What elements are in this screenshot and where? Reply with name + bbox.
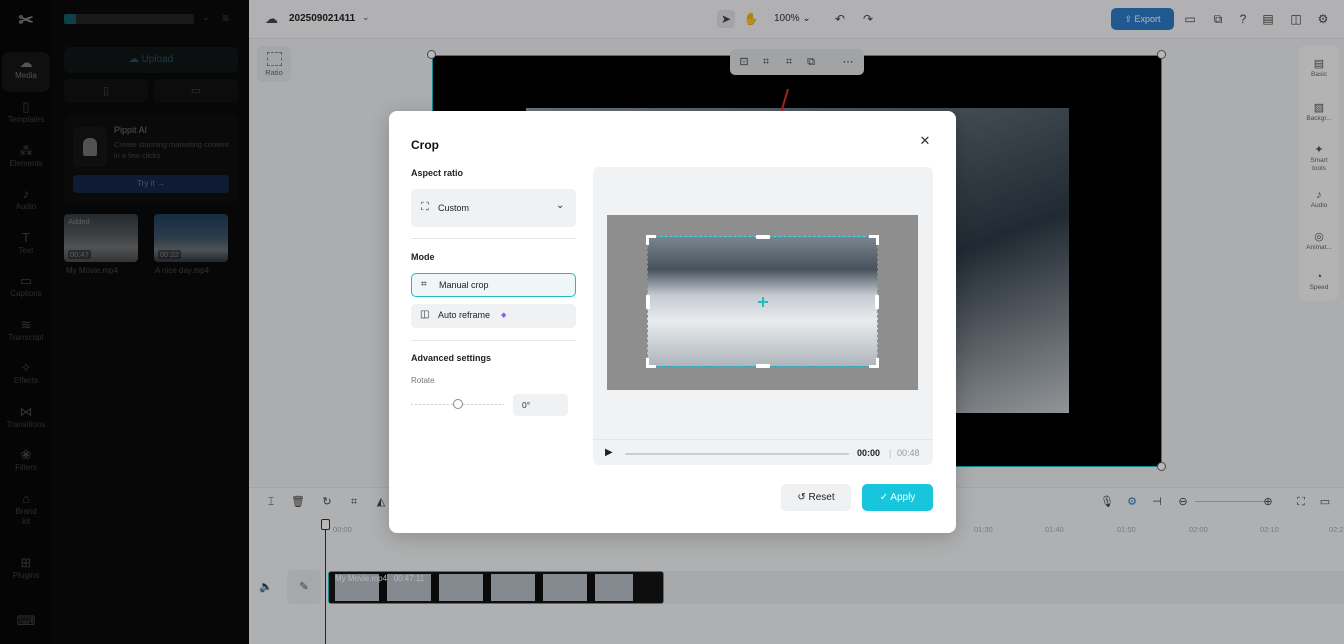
rotate-slider-handle[interactable] [453,399,463,409]
chevron-down-icon: ⌄ [556,200,565,211]
crop-corner-handle[interactable] [646,358,656,368]
crop-box[interactable] [646,235,879,368]
preview-image [607,215,918,390]
crop-icon: ⌗ [421,279,427,290]
total-time: 00:48 [897,448,920,458]
crop-edge-handle[interactable] [875,295,879,309]
crop-dialog: Crop ✕ Aspect ratio ⛶ Custom ⌄ Mode ⌗ Ma… [389,111,956,533]
preview-player: ▶ 00:00 | 00:48 [593,439,933,465]
crosshair-icon [758,297,768,307]
reframe-icon: ◫ [420,309,430,320]
advanced-settings-label: Advanced settings [411,353,492,363]
custom-ratio-icon: ⛶ [421,201,429,213]
rotate-label: Rotate [411,376,435,385]
crop-corner-handle[interactable] [869,235,879,245]
auto-reframe-option[interactable]: ◫ Auto reframe ◆ [411,304,576,328]
modal-overlay-sidebar [0,0,249,644]
crop-corner-handle[interactable] [646,235,656,245]
crop-corner-handle[interactable] [869,358,879,368]
rotate-input[interactable]: 0° [513,394,568,416]
crop-edge-handle[interactable] [646,295,650,309]
play-icon[interactable]: ▶ [605,447,613,458]
reset-icon: ↺ [797,492,809,503]
aspect-ratio-dropdown[interactable]: ⛶ Custom ⌄ [411,189,576,227]
manual-crop-option[interactable]: ⌗ Manual crop [411,273,576,297]
check-icon: ✓ [879,492,891,503]
time-separator: | [889,448,892,458]
current-time: 00:00 [857,448,881,458]
crop-preview: ▶ 00:00 | 00:48 [593,167,933,465]
apply-button[interactable]: ✓ Apply [862,484,933,511]
crop-edge-handle[interactable] [756,364,770,368]
aspect-ratio-label: Aspect ratio [411,168,464,178]
mode-label: Mode [411,252,435,262]
crop-edge-handle[interactable] [756,235,770,239]
premium-gem-icon: ◆ [501,312,507,319]
divider [411,238,576,239]
divider [411,340,576,341]
dialog-title: Crop [411,138,439,152]
reset-button[interactable]: ↺ Reset [781,484,851,511]
close-icon[interactable]: ✕ [917,133,933,149]
preview-scrubber[interactable] [625,453,849,455]
